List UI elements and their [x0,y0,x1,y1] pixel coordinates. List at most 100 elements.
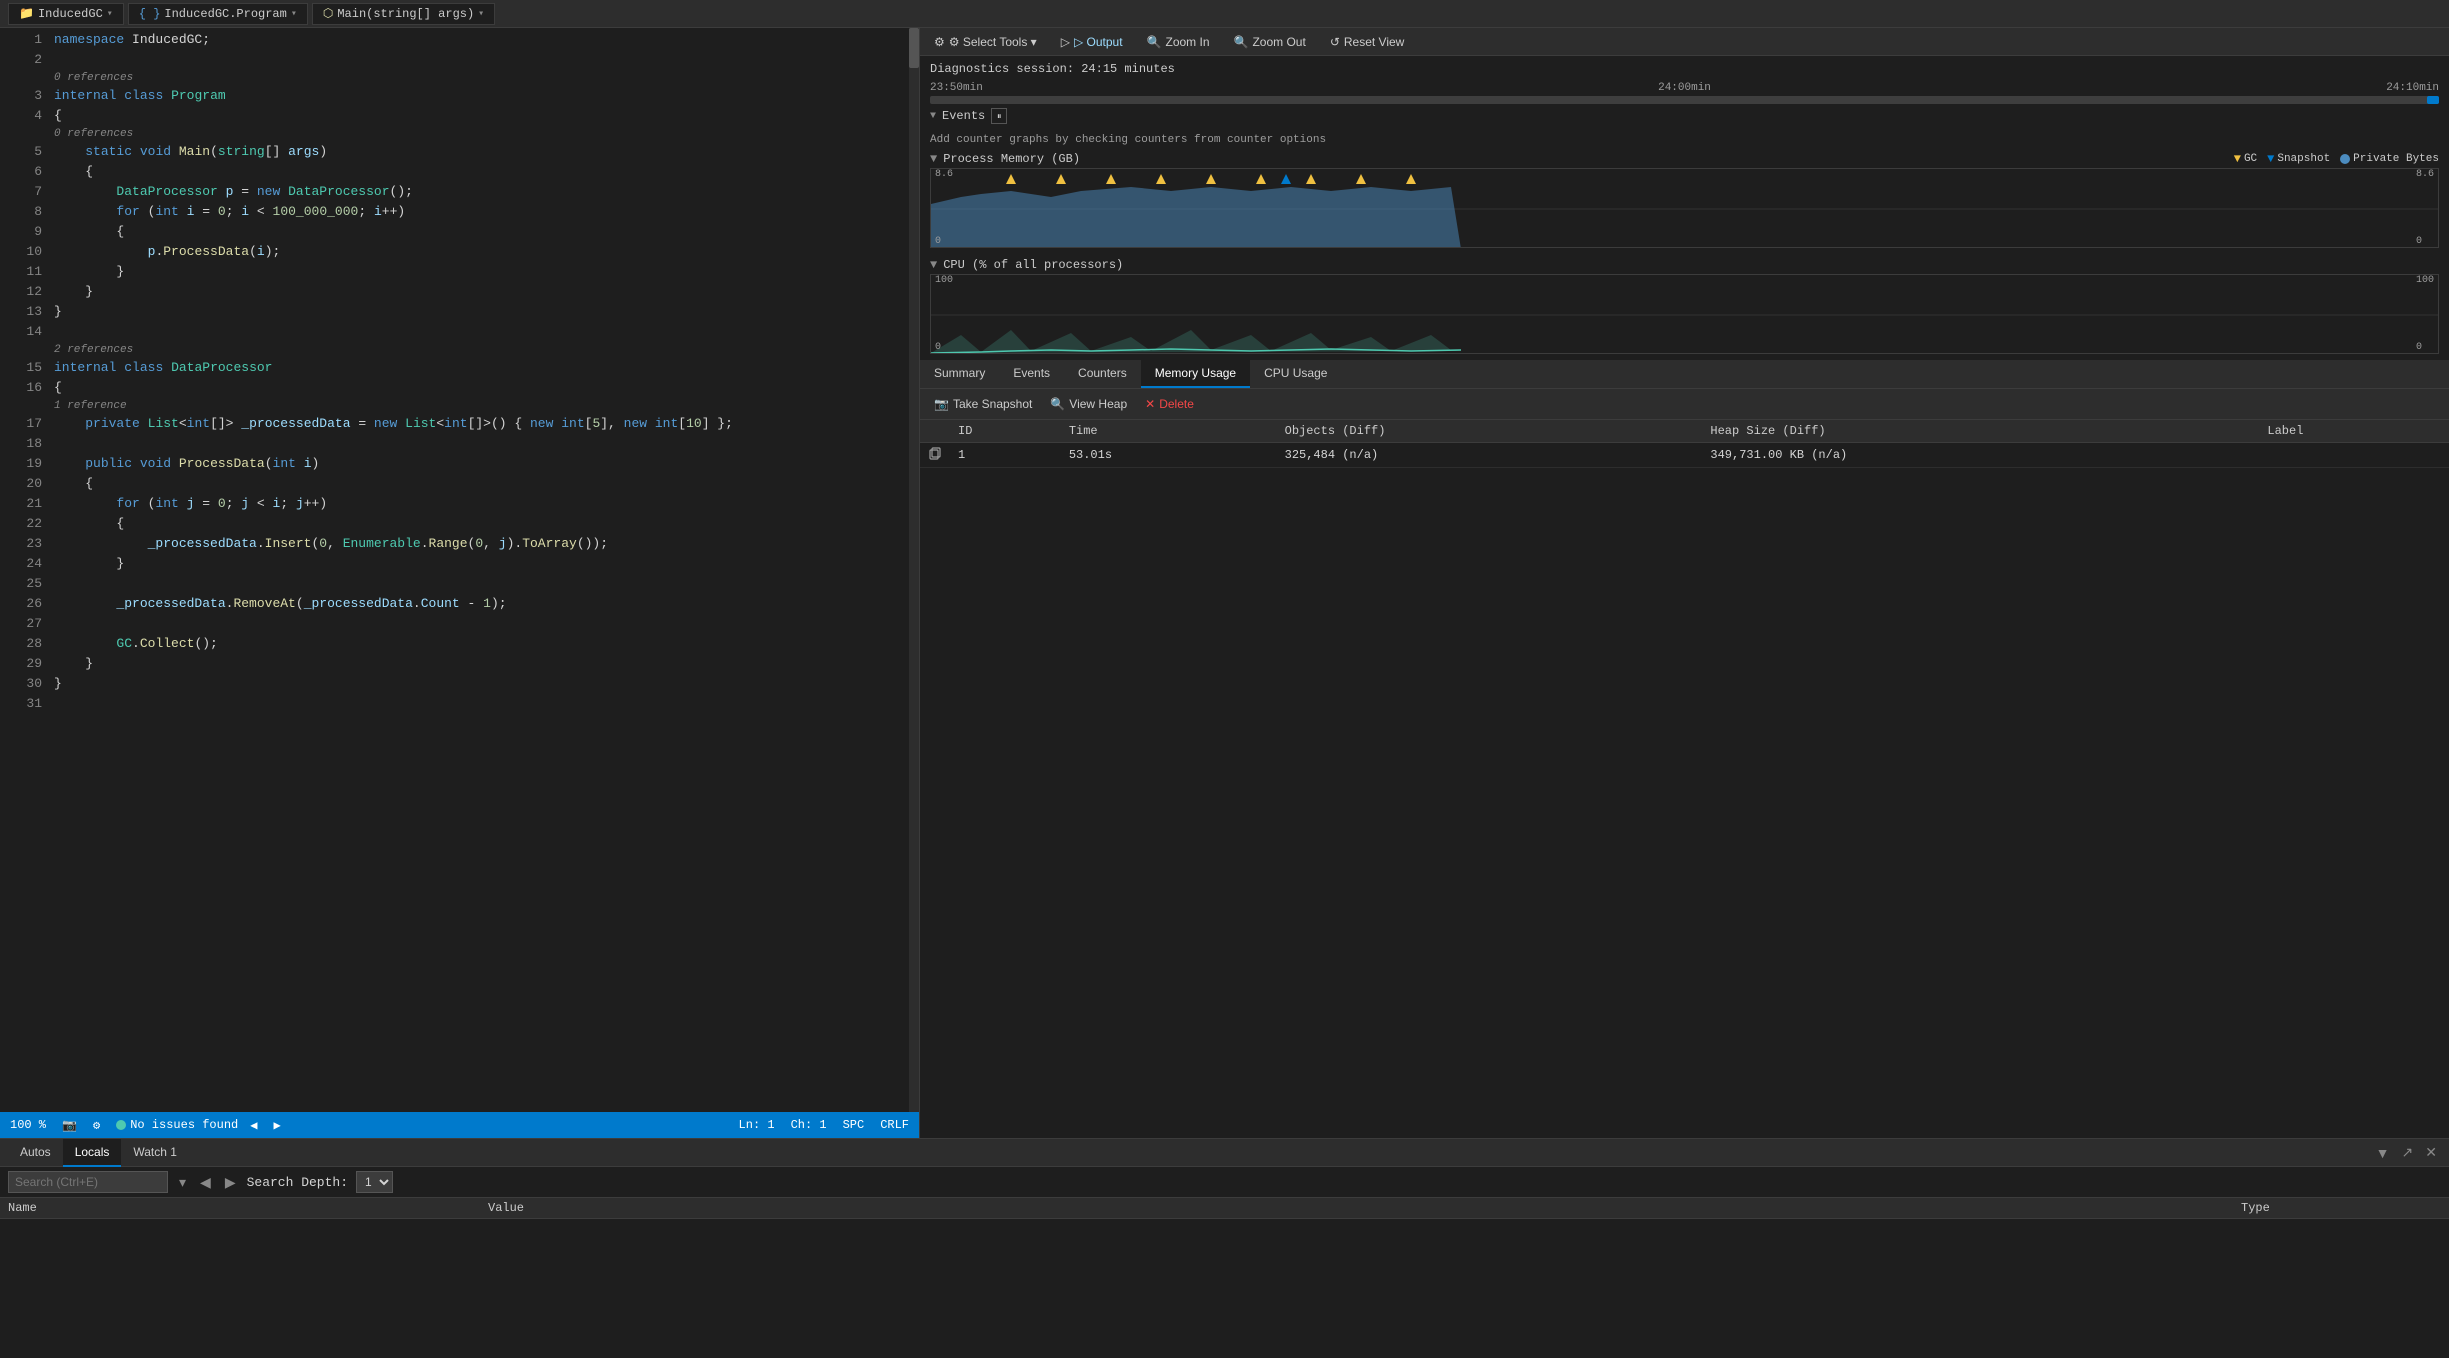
search-depth-select[interactable]: 123 [356,1171,393,1193]
chart-legend: ▼ GC ▼ Snapshot Private Bytes [2234,152,2439,166]
line-number: 25 [0,574,42,594]
code-container[interactable]: 123▾45▾678▾9101112131415▾16171819▾2021▾2… [0,28,919,1112]
method-name: Main(string[] args) [337,7,474,21]
settings-icon[interactable]: ⚙ [93,1118,100,1133]
green-dot-icon [116,1120,126,1130]
code-line: { [50,514,905,534]
cpu-chart[interactable]: 100 0 100 0 [930,274,2439,354]
nav-prev-icon[interactable]: ◀ [250,1118,257,1133]
line-number: 15▾ [0,358,42,378]
snapshot-header-id: ID [950,420,1061,443]
snapshot-row[interactable]: 153.01s325,484 (n/a)349,731.00 KB (n/a) [920,443,2449,468]
line-number: 23 [0,534,42,554]
tab-memory-usage[interactable]: Memory Usage [1141,360,1250,388]
line-number [0,70,42,86]
code-line: { [50,474,905,494]
bottom-tab-controls: ▼↗✕ [2372,1144,2441,1161]
editor-scrollbar[interactable] [905,28,919,1112]
cpu-y-max-left: 100 [935,275,953,286]
line-number: 14 [0,322,42,342]
timeline-bar[interactable] [930,96,2439,104]
code-line: } [50,654,905,674]
bottom-tab-watch1[interactable]: Watch 1 [121,1139,189,1167]
events-section: ▼ Events ⏸ [920,104,2449,132]
line-number: 30 [0,674,42,694]
status-bar: 100 % 📷 ⚙ No issues found ◀ ▶ Ln: 1 Ch: … [0,1112,919,1138]
method-tab[interactable]: ⬡ Main(string[] args) ▾ [312,3,495,25]
locals-col-type: Type [2241,1201,2441,1215]
diag-tabs: SummaryEventsCountersMemory UsageCPU Usa… [920,360,2449,389]
process-memory-section: ▼ Process Memory (GB) ▼ GC ▼ Snapshot Pr… [920,148,2449,254]
cpu-y-max: 100 [2416,275,2434,286]
line-number: 7 [0,182,42,202]
ln-indicator: Ln: 1 [739,1118,775,1132]
close-button[interactable]: ✕ [2421,1144,2441,1161]
tab-counters[interactable]: Counters [1064,360,1141,388]
reset-view-button[interactable]: ↺ Reset View [1324,33,1411,51]
camera-icon[interactable]: 📷 [62,1118,77,1133]
bottom-tab-autos[interactable]: Autos [8,1139,63,1167]
cpu-title: CPU (% of all processors) [943,258,1123,272]
output-button[interactable]: ▷ ▷ Output [1055,33,1129,51]
zoom-out-button[interactable]: 🔍 Zoom Out [1228,33,1312,51]
pause-button[interactable]: ⏸ [991,108,1007,124]
code-line [50,50,905,70]
nav-next-icon[interactable]: ▶ [273,1118,280,1133]
tab-cpu-usage[interactable]: CPU Usage [1250,360,1341,388]
output-icon: ▷ [1061,35,1070,49]
reference-note: 1 reference [54,400,127,412]
code-line: } [50,262,905,282]
nav-back-button[interactable]: ◀ [197,1174,214,1191]
bottom-tab-locals[interactable]: Locals [63,1139,122,1167]
file-tab[interactable]: { } InducedGC.Program ▾ [128,3,308,25]
snapshot-header-label: Label [2259,420,2449,443]
code-line: static void Main(string[] args) [50,142,905,162]
search-options-button[interactable]: ▾ [176,1174,189,1191]
take-snapshot-button[interactable]: 📷 Take Snapshot [930,395,1036,413]
memory-y-max: 8.6 [2416,169,2434,180]
minimize-button[interactable]: ▼ [2372,1144,2394,1161]
timeline-container[interactable]: 23:50min 24:00min 24:10min [920,80,2449,104]
zoom-in-button[interactable]: 🔍 Zoom In [1141,33,1216,51]
popout-button[interactable]: ↗ [2398,1144,2418,1161]
line-number: 1 [0,30,42,50]
snapshot-table[interactable]: IDTimeObjects (Diff)Heap Size (Diff)Labe… [920,420,2449,1138]
line-number: 19▾ [0,454,42,474]
tab-summary[interactable]: Summary [920,360,999,388]
code-lines[interactable]: namespace InducedGC;0 referencesinternal… [50,28,905,1112]
memory-y-min-left: 0 [935,236,953,247]
events-header: ▼ Events ⏸ [930,108,2439,124]
cpu-section: ▼ CPU (% of all processors) 100 0 100 [920,254,2449,360]
project-tab[interactable]: 📁 InducedGC ▾ [8,3,124,25]
reference-note: 0 references [54,128,133,140]
timeline-label-1: 24:00min [1658,82,1711,94]
search-input[interactable] [8,1171,168,1193]
nav-forward-button[interactable]: ▶ [222,1174,239,1191]
line-number [0,342,42,358]
cpu-y-min-left: 0 [935,342,953,353]
title-bar: 📁 InducedGC ▾ { } InducedGC.Program ▾ ⬡ … [0,0,2449,28]
snapshot-cell-2: 325,484 (n/a) [1277,443,1703,468]
code-line: { [50,378,905,398]
line-number: 8▾ [0,202,42,222]
memory-y-max-left: 8.6 [935,169,953,180]
select-tools-button[interactable]: ⚙ ⚙ Select Tools ▾ [928,33,1043,51]
counter-hint: Add counter graphs by checking counters … [920,132,2449,148]
tab-events[interactable]: Events [999,360,1064,388]
line-number: 3▾ [0,86,42,106]
main-area: 123▾45▾678▾9101112131415▾16171819▾2021▾2… [0,28,2449,1138]
snapshot-legend-label: Snapshot [2277,153,2330,165]
snapshot-copy-header [920,420,950,443]
code-line: internal class DataProcessor [50,358,905,378]
locals-table[interactable] [0,1219,2449,1358]
timeline-thumb[interactable] [2427,96,2439,104]
process-memory-chart[interactable]: 8.6 0 8.6 0 [930,168,2439,248]
line-number: 6 [0,162,42,182]
diagnostics-panel: ⚙ ⚙ Select Tools ▾ ▷ ▷ Output 🔍 Zoom In … [920,28,2449,1138]
copy-icon[interactable] [920,443,950,468]
delete-snapshot-button[interactable]: ✕ Delete [1141,395,1198,413]
process-memory-triangle-icon: ▼ [930,152,937,166]
process-memory-title: Process Memory (GB) [943,152,1080,166]
code-line: _processedData.RemoveAt(_processedData.C… [50,594,905,614]
view-heap-button[interactable]: 🔍 View Heap [1046,395,1131,413]
